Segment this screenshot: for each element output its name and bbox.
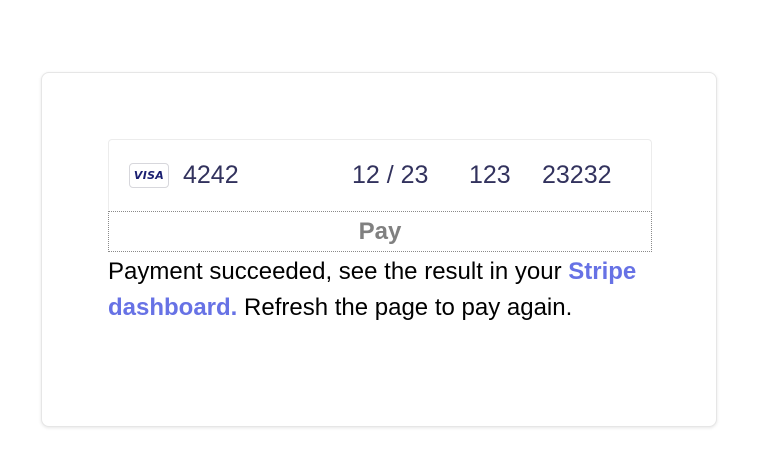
result-text-after: Refresh the page to pay again. <box>237 294 573 321</box>
card-input-field[interactable]: VISA 4242 12 / 23 123 23232 <box>108 139 652 210</box>
payment-card: VISA 4242 12 / 23 123 23232 Pay Payment … <box>41 72 717 427</box>
postal-code-input[interactable]: 23232 <box>542 160 632 190</box>
cvc-input[interactable]: 123 <box>469 160 529 190</box>
visa-card-icon: VISA <box>129 163 169 188</box>
card-number-input[interactable]: 4242 <box>183 160 333 190</box>
payment-result-message: Payment succeeded, see the result in you… <box>108 254 653 326</box>
pay-button[interactable]: Pay <box>108 211 652 252</box>
expiry-date-input[interactable]: 12 / 23 <box>352 160 452 190</box>
result-text-before: Payment succeeded, see the result in you… <box>108 258 569 285</box>
